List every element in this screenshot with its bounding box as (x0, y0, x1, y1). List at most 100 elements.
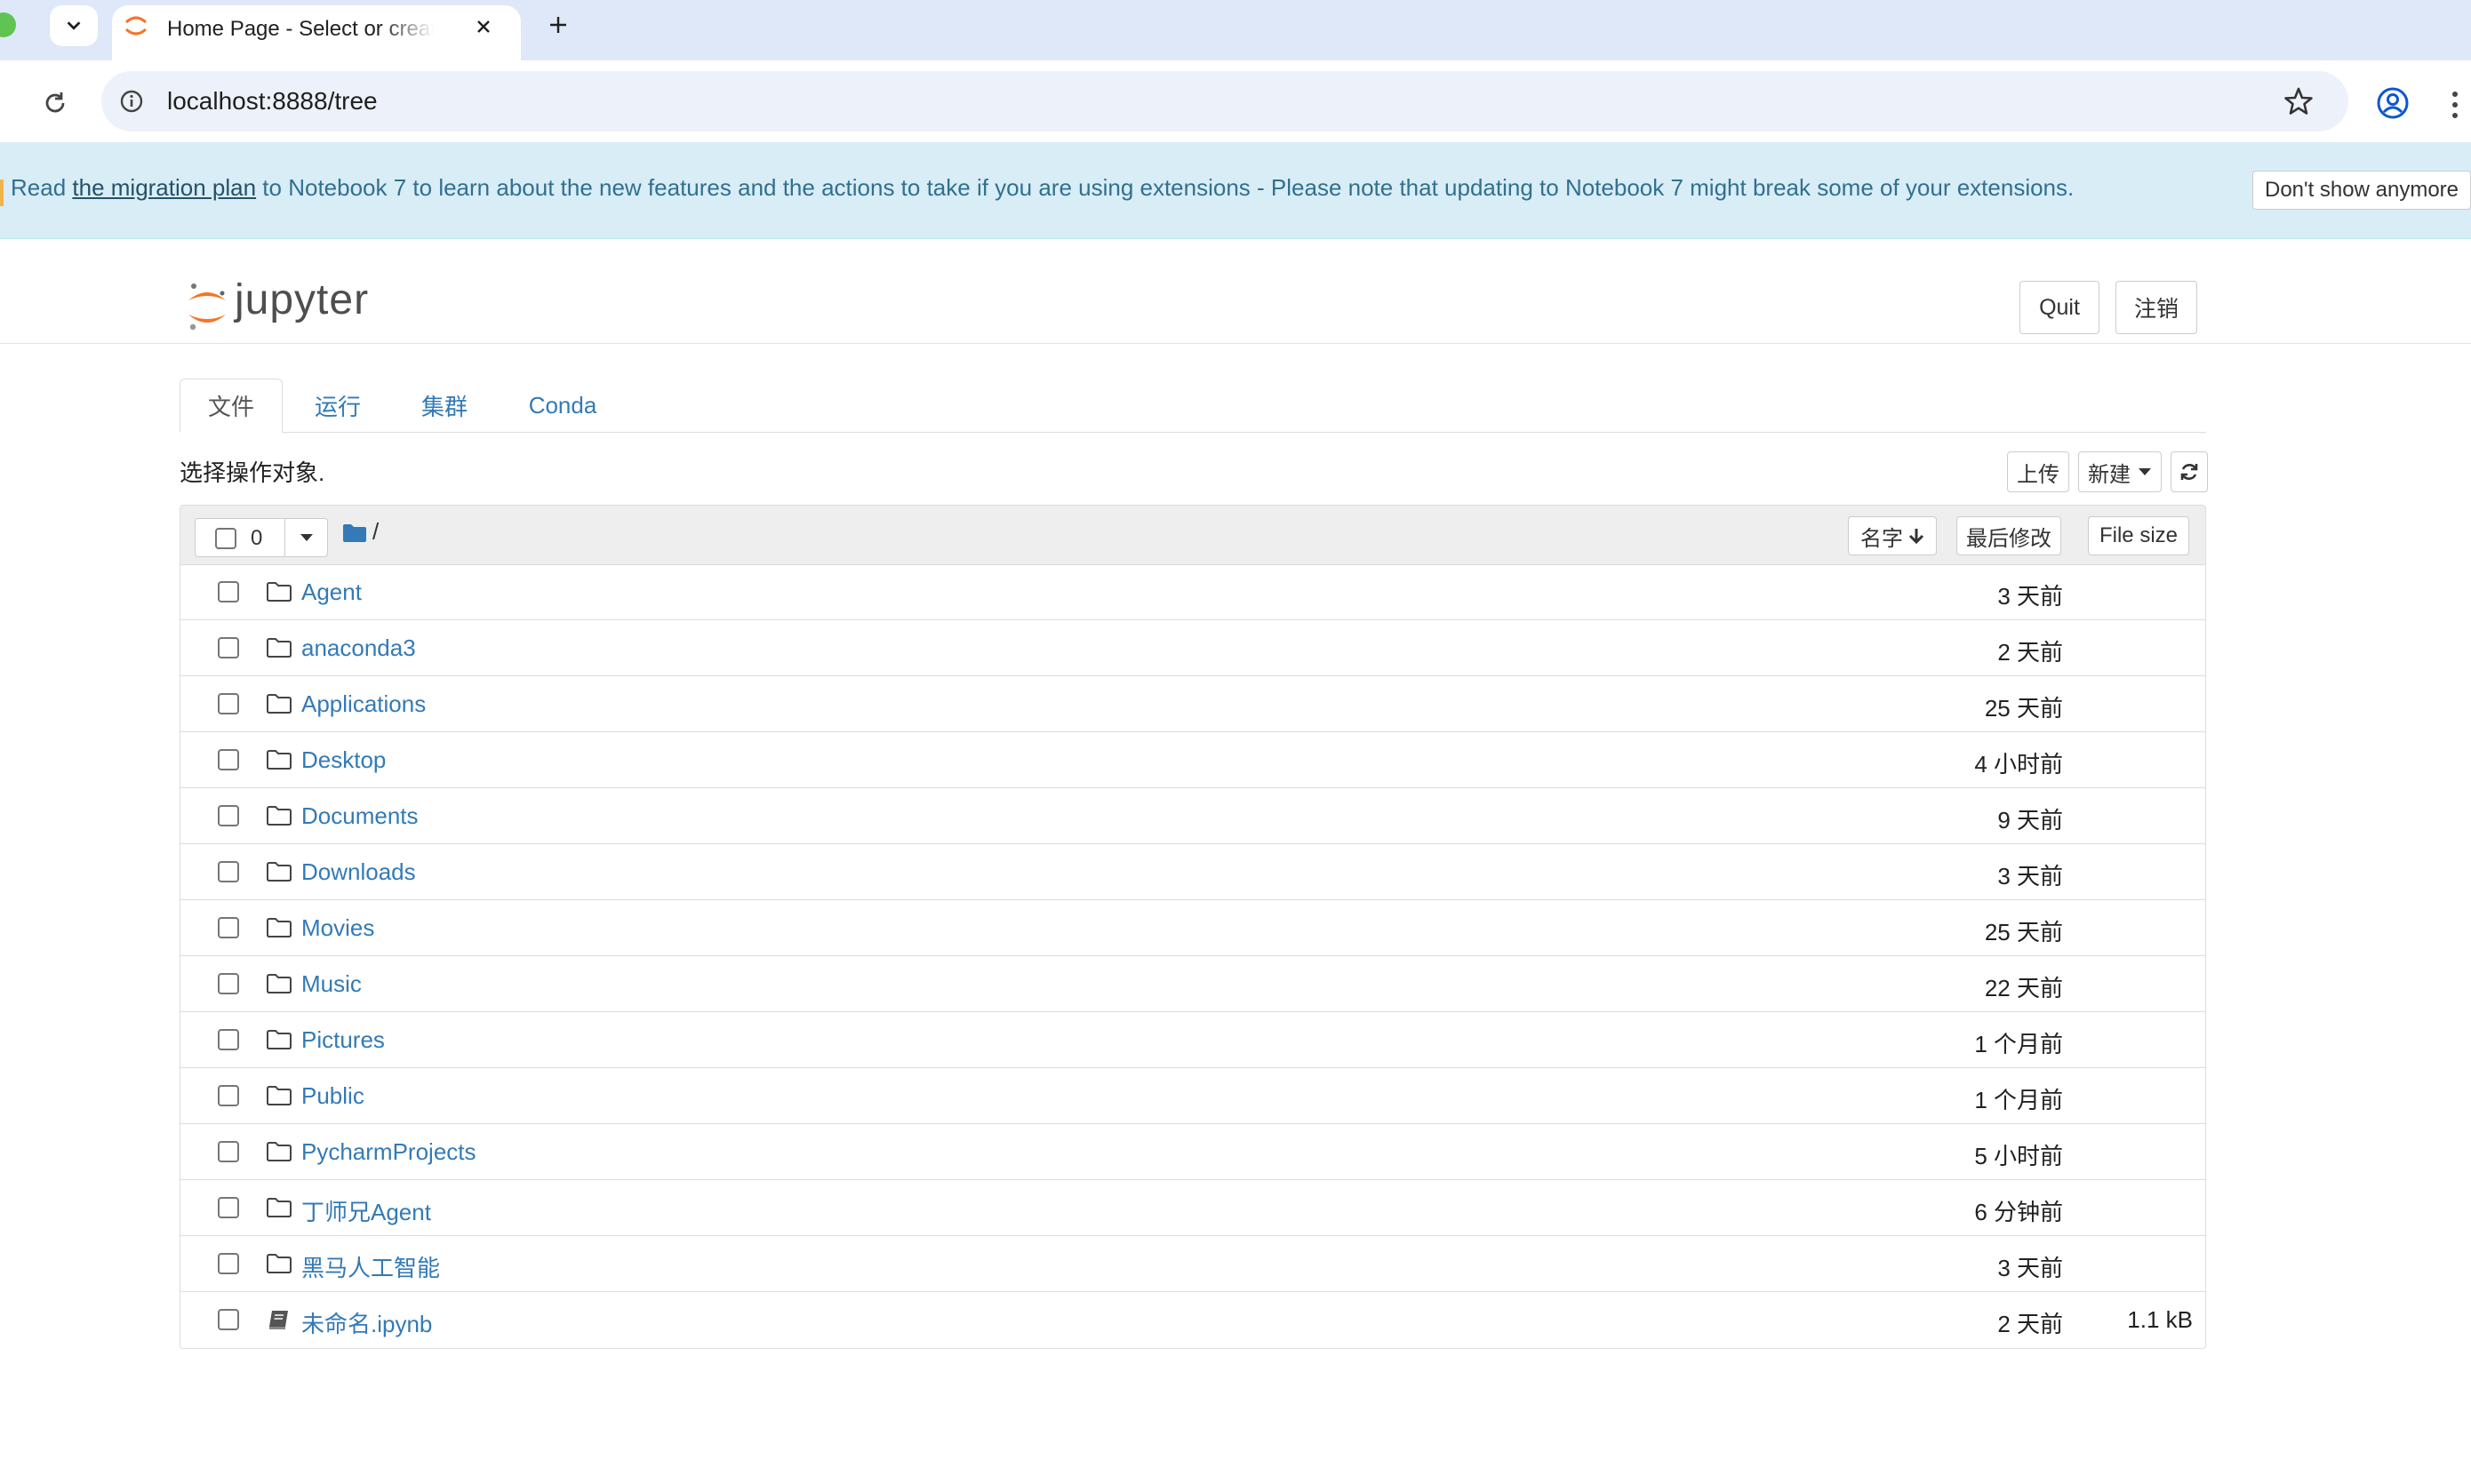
file-row[interactable]: anaconda3 2 天前 (180, 620, 2205, 676)
file-row[interactable]: Downloads 3 天前 (180, 844, 2205, 900)
file-row[interactable]: Desktop 4 小时前 (180, 732, 2205, 788)
file-name-link[interactable]: Desktop (301, 746, 386, 774)
banner-prefix: Read (11, 174, 73, 201)
row-checkbox[interactable] (218, 1253, 239, 1274)
row-checkbox[interactable] (218, 1085, 239, 1106)
new-label: 新建 (2088, 462, 2131, 487)
file-name-link[interactable]: 黑马人工智能 (301, 1250, 440, 1283)
tab-conda[interactable]: Conda (514, 379, 612, 432)
profile-avatar-icon[interactable] (2375, 85, 2411, 121)
file-name-link[interactable]: 丁师兄Agent (301, 1194, 431, 1227)
file-name-link[interactable]: Downloads (301, 858, 416, 886)
file-name-link[interactable]: Documents (301, 802, 419, 830)
file-name-link[interactable]: Pictures (301, 1026, 385, 1054)
file-name-link[interactable]: Public (301, 1082, 364, 1110)
breadcrumb-root[interactable]: / (372, 518, 379, 546)
file-row[interactable]: Pictures 1 个月前 (180, 1012, 2205, 1068)
file-modified: 9 天前 (1997, 807, 2063, 834)
file-row[interactable]: 未命名.ipynb 2 天前 1.1 kB (180, 1292, 2205, 1348)
file-modified: 1 个月前 (1974, 1087, 2063, 1113)
logout-button[interactable]: 注销 (2115, 281, 2197, 334)
file-modified: 2 天前 (1997, 1311, 2063, 1337)
jupyter-header: jupyter Quit 注销 (0, 238, 2471, 344)
jupyter-favicon-icon (124, 16, 148, 36)
url-text[interactable]: localhost:8888/tree (167, 87, 378, 116)
row-checkbox[interactable] (218, 1141, 239, 1162)
file-row[interactable]: Public 1 个月前 (180, 1068, 2205, 1124)
row-checkbox[interactable] (218, 805, 239, 826)
folder-outline-icon (266, 1028, 292, 1051)
tab-close-icon[interactable] (468, 11, 500, 43)
row-checkbox[interactable] (218, 1309, 239, 1330)
file-row[interactable]: Agent 3 天前 (180, 564, 2205, 620)
file-row[interactable]: Documents 9 天前 (180, 788, 2205, 844)
tab-clusters[interactable]: 集群 (407, 379, 482, 432)
row-checkbox[interactable] (218, 1029, 239, 1050)
quit-button[interactable]: Quit (2019, 281, 2099, 334)
file-modified: 3 天前 (1997, 863, 2063, 890)
window-zoom-button[interactable] (0, 12, 16, 37)
select-all-dropdown[interactable]: 0 (195, 518, 328, 557)
banner-accent (0, 180, 4, 206)
file-name-link[interactable]: Music (301, 970, 362, 998)
file-row[interactable]: Music 22 天前 (180, 956, 2205, 1012)
select-all-checkbox[interactable] (215, 528, 236, 549)
row-checkbox[interactable] (218, 749, 239, 770)
row-checkbox[interactable] (218, 581, 239, 602)
new-tab-button[interactable] (539, 5, 578, 44)
row-checkbox[interactable] (218, 637, 239, 658)
file-row[interactable]: PycharmProjects 5 小时前 (180, 1124, 2205, 1180)
file-name-link[interactable]: Applications (301, 690, 426, 718)
file-row[interactable]: Movies 25 天前 (180, 900, 2205, 956)
file-list-header: 0 / 名字 最后修改 File size (180, 506, 2205, 565)
jupyter-logo-icon[interactable] (185, 281, 229, 332)
file-row[interactable]: 黑马人工智能 3 天前 (180, 1236, 2205, 1292)
file-modified: 1 个月前 (1974, 1031, 2063, 1057)
refresh-list-button[interactable] (2171, 451, 2208, 492)
upload-button[interactable]: 上传 (2007, 451, 2069, 492)
select-menu-caret[interactable] (284, 518, 328, 557)
reload-button[interactable] (37, 85, 73, 121)
folder-outline-icon (266, 916, 292, 939)
select-action-label: 选择操作对象. (180, 459, 325, 486)
file-name-link[interactable]: anaconda3 (301, 634, 416, 662)
row-checkbox[interactable] (218, 1197, 239, 1218)
row-checkbox[interactable] (218, 861, 239, 882)
tab-files[interactable]: 文件 (180, 379, 283, 433)
file-list: 0 / 名字 最后修改 File size Agent 3 天前 anaconda3… (180, 505, 2206, 1349)
row-checkbox[interactable] (218, 693, 239, 714)
migration-plan-link[interactable]: the migration plan (72, 174, 256, 201)
migration-banner: Read the migration plan to Notebook 7 to… (0, 142, 2471, 239)
bookmark-star-icon[interactable] (2283, 85, 2315, 117)
row-checkbox[interactable] (218, 973, 239, 994)
file-row[interactable]: Applications 25 天前 (180, 676, 2205, 732)
file-name-link[interactable]: 未命名.ipynb (301, 1306, 432, 1339)
sort-by-size-button[interactable]: File size (2088, 516, 2189, 555)
sort-by-modified-button[interactable]: 最后修改 (1956, 516, 2061, 555)
new-dropdown-button[interactable]: 新建 (2078, 451, 2162, 492)
folder-icon[interactable] (342, 523, 367, 543)
browser-toolbar: localhost:8888/tree (0, 60, 2471, 143)
refresh-icon (2180, 464, 2198, 480)
dont-show-anymore-button[interactable]: Don't show anymore (2252, 171, 2471, 210)
site-info-icon[interactable] (119, 89, 144, 114)
notebook-icon (266, 1308, 292, 1331)
folder-outline-icon (266, 748, 292, 771)
file-name-link[interactable]: PycharmProjects (301, 1138, 476, 1166)
folder-outline-icon (266, 860, 292, 883)
file-name-link[interactable]: Movies (301, 914, 374, 942)
address-bar[interactable]: localhost:8888/tree (101, 71, 2348, 132)
tab-search-button[interactable] (50, 5, 98, 46)
row-checkbox[interactable] (218, 917, 239, 938)
file-size: 1.1 kB (2127, 1306, 2193, 1333)
file-name-link[interactable]: Agent (301, 578, 362, 606)
folder-outline-icon (266, 580, 292, 603)
file-modified: 25 天前 (1984, 919, 2063, 945)
file-row[interactable]: 丁师兄Agent 6 分钟前 (180, 1180, 2205, 1236)
browser-menu-icon[interactable] (2446, 87, 2464, 123)
browser-tab-active[interactable]: Home Page - Select or create a notebook (112, 5, 521, 60)
folder-outline-icon (266, 1196, 292, 1219)
tab-running[interactable]: 运行 (300, 379, 375, 432)
sort-by-name-button[interactable]: 名字 (1848, 516, 1937, 555)
jupyter-wordmark[interactable]: jupyter (235, 275, 369, 324)
